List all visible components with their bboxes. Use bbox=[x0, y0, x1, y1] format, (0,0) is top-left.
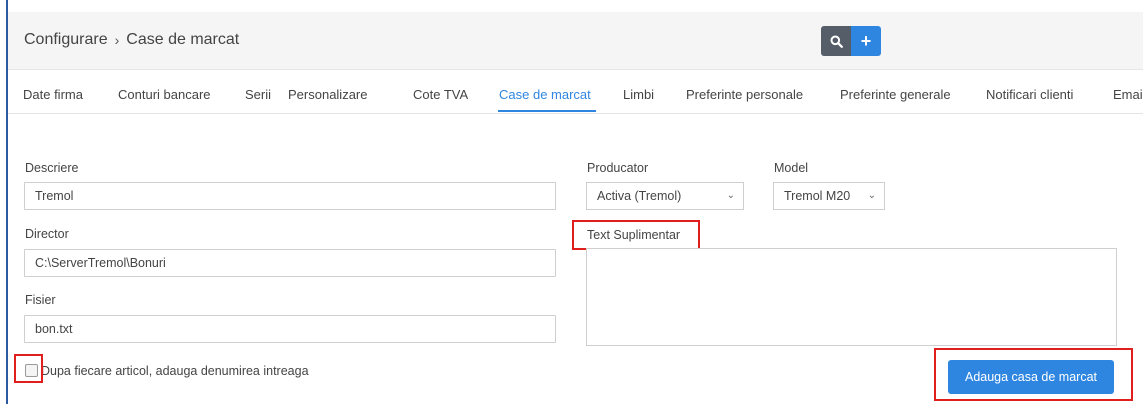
add-button[interactable]: + bbox=[851, 26, 881, 56]
header-actions: + bbox=[821, 26, 881, 56]
search-icon bbox=[830, 35, 843, 48]
active-tab-indicator bbox=[498, 110, 596, 112]
director-input[interactable]: C:\ServerTremol\Bonuri bbox=[24, 249, 556, 277]
model-label: Model bbox=[774, 161, 809, 175]
page-header: Configurare › Case de marcat + bbox=[8, 12, 1143, 70]
fisier-label: Fisier bbox=[25, 293, 56, 307]
producator-select[interactable]: Activa (Tremol) ⌄ bbox=[586, 182, 744, 210]
breadcrumb-root[interactable]: Configurare bbox=[24, 31, 108, 49]
fisier-input[interactable]: bon.txt bbox=[24, 315, 556, 343]
tab-conturi-bancare[interactable]: Conturi bancare bbox=[118, 87, 211, 102]
model-select[interactable]: Tremol M20 ⌄ bbox=[773, 182, 885, 210]
producator-label: Producator bbox=[587, 161, 649, 175]
breadcrumb-separator: › bbox=[114, 32, 120, 48]
highlight-submit-button bbox=[934, 348, 1133, 401]
tab-preferinte-generale[interactable]: Preferinte generale bbox=[840, 87, 951, 102]
tab-date-firma[interactable]: Date firma bbox=[23, 87, 83, 102]
highlight-text-suplimentar bbox=[572, 220, 700, 250]
tab-limbi[interactable]: Limbi bbox=[623, 87, 654, 102]
producator-selected-value: Activa (Tremol) bbox=[597, 189, 682, 203]
chevron-down-icon: ⌄ bbox=[867, 190, 876, 201]
breadcrumb-current: Case de marcat bbox=[126, 31, 240, 48]
full-name-checkbox-label: Dupa fiecare articol, adauga denumirea i… bbox=[41, 364, 309, 378]
director-label: Director bbox=[25, 227, 69, 241]
settings-tabs: Date firma Conturi bancare Serii Persona… bbox=[8, 70, 1143, 114]
highlight-checkbox bbox=[14, 354, 43, 383]
model-selected-value: Tremol M20 bbox=[784, 189, 851, 203]
tab-personalizare[interactable]: Personalizare bbox=[288, 87, 368, 102]
search-button[interactable] bbox=[821, 26, 851, 56]
tab-case-de-marcat[interactable]: Case de marcat bbox=[499, 87, 591, 102]
text-suplimentar-textarea[interactable] bbox=[586, 248, 1117, 346]
breadcrumb: Configurare › Case de marcat bbox=[24, 31, 239, 49]
descriere-label: Descriere bbox=[25, 161, 79, 175]
tab-notificari-clienti[interactable]: Notificari clienti bbox=[986, 87, 1073, 102]
tab-email[interactable]: Emai bbox=[1113, 87, 1143, 102]
chevron-down-icon: ⌄ bbox=[726, 190, 735, 201]
tab-serii[interactable]: Serii bbox=[245, 87, 271, 102]
plus-icon: + bbox=[860, 31, 872, 51]
tab-preferinte-personale[interactable]: Preferinte personale bbox=[686, 87, 803, 102]
descriere-input[interactable]: Tremol bbox=[24, 182, 556, 210]
tab-cote-tva[interactable]: Cote TVA bbox=[413, 87, 468, 102]
